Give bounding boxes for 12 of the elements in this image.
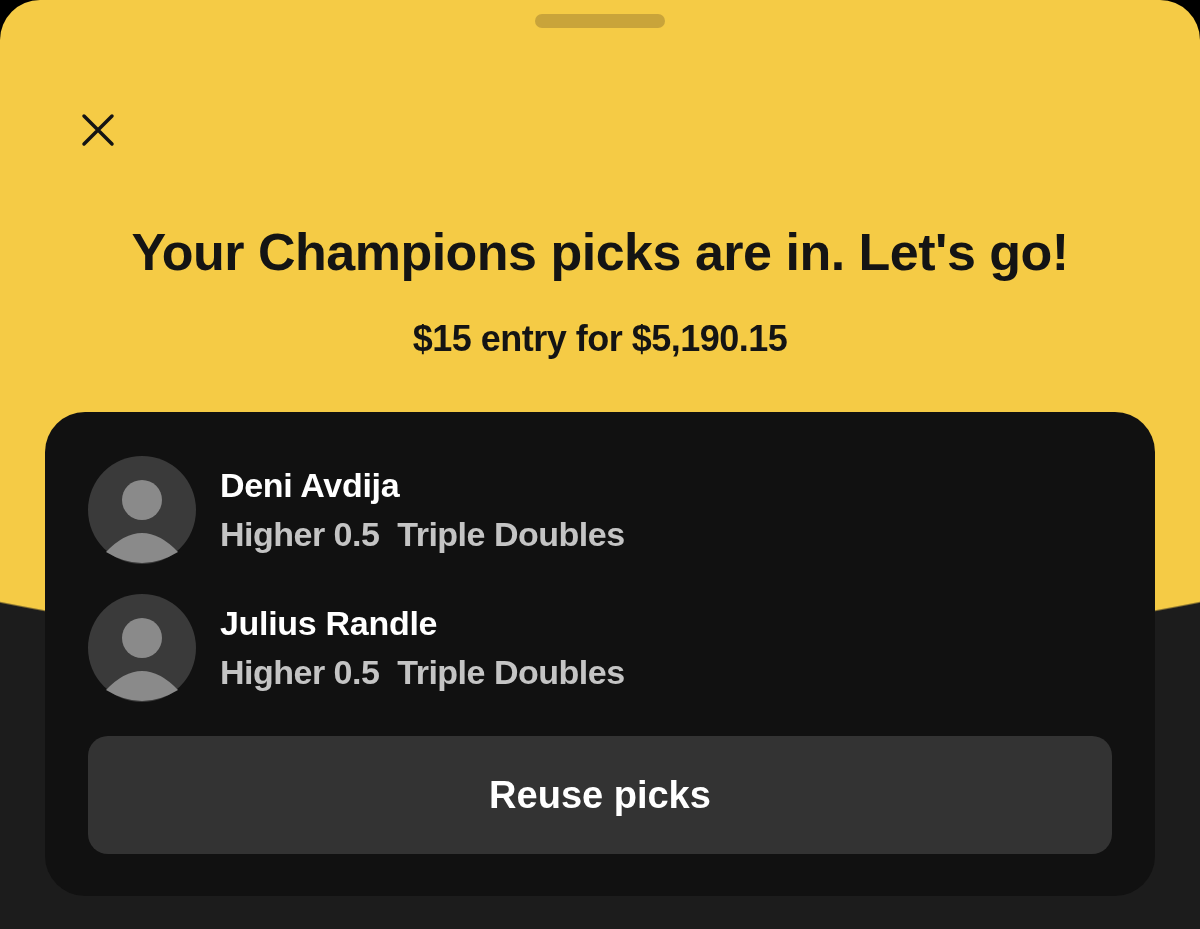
- player-name: Julius Randle: [220, 604, 439, 643]
- player-name: Deni Avdija: [220, 466, 401, 505]
- pick-detail: Higher 0.5 Triple Doubles: [220, 653, 625, 692]
- sheet-title: Your Champions picks are in. Let's go!: [131, 222, 1069, 282]
- close-button[interactable]: [80, 112, 116, 148]
- avatar-icon: [88, 456, 196, 564]
- avatar-icon: [88, 594, 196, 702]
- reuse-picks-button[interactable]: Reuse picks: [88, 736, 1112, 854]
- drag-handle[interactable]: [535, 14, 665, 28]
- close-icon: [80, 112, 116, 148]
- pick-detail: Higher 0.5 Triple Doubles: [220, 515, 625, 554]
- entry-summary: $15 entry for $5,190.15: [412, 318, 788, 360]
